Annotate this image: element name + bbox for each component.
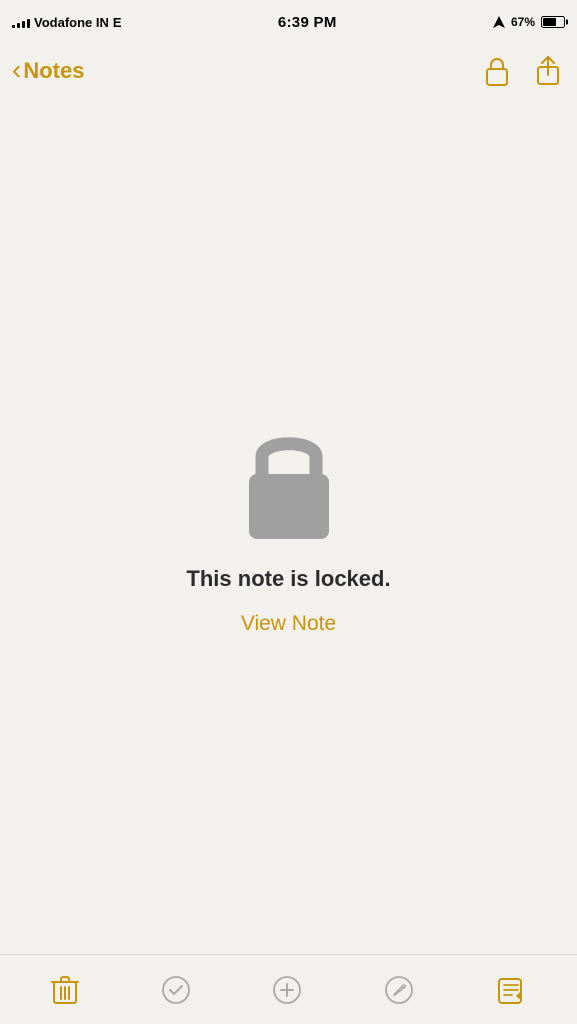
signal-bars: [12, 16, 30, 28]
lock-button[interactable]: [479, 51, 515, 91]
status-right: 67%: [493, 15, 565, 29]
back-button[interactable]: ‹ Notes: [12, 58, 84, 84]
pen-icon: [384, 975, 414, 1005]
edit-icon: [496, 975, 526, 1005]
back-label: Notes: [23, 58, 84, 84]
check-icon: [161, 975, 191, 1005]
network-label: E: [113, 15, 122, 30]
main-content: This note is locked. View Note: [0, 98, 577, 954]
back-chevron-icon: ‹: [12, 56, 21, 84]
share-button[interactable]: [531, 51, 565, 91]
delete-button[interactable]: [43, 967, 87, 1013]
locked-title: This note is locked.: [186, 566, 390, 592]
battery-fill: [543, 18, 556, 26]
trash-icon: [51, 975, 79, 1005]
edit-note-button[interactable]: [488, 967, 534, 1013]
locked-icon-svg: [234, 419, 344, 544]
check-button[interactable]: [153, 967, 199, 1013]
lock-icon: [483, 55, 511, 87]
nav-icons: [479, 51, 565, 91]
large-lock-icon: [229, 416, 349, 546]
carrier-label: Vodafone IN: [34, 15, 109, 30]
share-icon: [535, 55, 561, 87]
plus-icon: [272, 975, 302, 1005]
battery-percent: 67%: [511, 15, 535, 29]
view-note-button[interactable]: View Note: [241, 612, 336, 636]
location-icon: [493, 16, 505, 28]
pen-button[interactable]: [376, 967, 422, 1013]
status-time: 6:39 PM: [278, 14, 337, 31]
nav-bar: ‹ Notes: [0, 44, 577, 98]
battery-icon: [541, 16, 565, 28]
status-bar: Vodafone IN E 6:39 PM 67%: [0, 0, 577, 44]
status-left: Vodafone IN E: [12, 15, 122, 30]
bottom-toolbar: [0, 954, 577, 1024]
add-button[interactable]: [264, 967, 310, 1013]
